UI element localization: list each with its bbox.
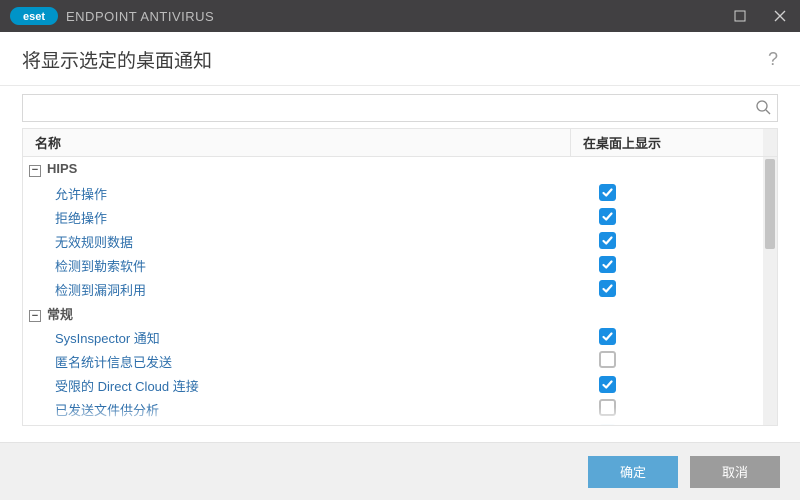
group-label: HIPS [47,161,77,176]
item-label[interactable]: 检测到漏洞利用 [23,280,571,299]
checkbox-checked-icon[interactable] [599,208,616,225]
scrollbar-thumb[interactable] [765,159,775,249]
help-button[interactable]: ? [768,49,778,70]
window-minimize-button[interactable] [720,0,760,32]
content-area: 名称 在桌面上显示 −HIPS允许操作拒绝操作无效规则数据检测到勒索软件检测到漏… [0,86,800,440]
item-label[interactable]: 拒绝操作 [23,208,571,227]
collapse-icon[interactable]: − [29,165,41,177]
search-input[interactable] [23,95,777,121]
item-label[interactable]: 已发送文件供分析 [23,400,571,419]
table-row: 允许操作 [23,181,777,205]
group-header[interactable]: −常规 [23,304,571,323]
checkbox-checked-icon[interactable] [599,232,616,249]
checkbox-checked-icon[interactable] [599,376,616,393]
item-checkbox-cell [571,256,777,274]
group-header[interactable]: −HIPS [23,161,571,177]
table-row: 无效规则数据 [23,229,777,253]
group-row: −常规 [23,301,777,325]
item-label[interactable]: 匿名统计信息已发送 [23,352,571,371]
cancel-button[interactable]: 取消 [690,456,780,488]
eset-logo: eset [10,7,58,25]
search-box[interactable] [22,94,778,122]
table-row: 匿名统计信息已发送 [23,349,777,373]
window-titlebar: eset ENDPOINT ANTIVIRUS [0,0,800,32]
page-header: 将显示选定的桌面通知 ? [0,32,800,86]
search-icon[interactable] [755,99,771,118]
checkbox-unchecked-icon[interactable] [599,399,616,416]
dialog-footer: 确定 取消 [0,442,800,500]
table-body: −HIPS允许操作拒绝操作无效规则数据检测到勒索软件检测到漏洞利用−常规SysI… [23,157,777,425]
checkbox-unchecked-icon[interactable] [599,351,616,368]
table-row: 已发送文件供分析 [23,397,777,421]
item-checkbox-cell [571,328,777,346]
table-row: 拒绝操作 [23,205,777,229]
header-scroll-gutter [763,129,777,156]
ok-button[interactable]: 确定 [588,456,678,488]
table-row: 数据已发送至支持部门 [23,421,777,425]
item-checkbox-cell [571,424,777,425]
table-header: 名称 在桌面上显示 [23,129,777,157]
checkbox-checked-icon[interactable] [599,424,616,425]
page-title: 将显示选定的桌面通知 [22,46,212,73]
item-checkbox-cell [571,208,777,226]
checkbox-checked-icon[interactable] [599,328,616,345]
logo-text: eset [23,11,45,23]
item-label[interactable]: 无效规则数据 [23,232,571,251]
item-label[interactable]: 数据已发送至支持部门 [23,424,571,426]
table-row: SysInspector 通知 [23,325,777,349]
column-show-on-desktop[interactable]: 在桌面上显示 [571,129,777,156]
column-name[interactable]: 名称 [23,129,571,156]
item-checkbox-cell [571,376,777,394]
item-checkbox-cell [571,351,777,371]
checkbox-checked-icon[interactable] [599,280,616,297]
item-label[interactable]: SysInspector 通知 [23,328,571,347]
vertical-scrollbar[interactable] [763,157,777,425]
item-checkbox-cell [571,184,777,202]
table-row: 受限的 Direct Cloud 连接 [23,373,777,397]
group-row: −HIPS [23,157,777,181]
notifications-table: 名称 在桌面上显示 −HIPS允许操作拒绝操作无效规则数据检测到勒索软件检测到漏… [22,128,778,426]
item-checkbox-cell [571,232,777,250]
table-row: 检测到勒索软件 [23,253,777,277]
item-label[interactable]: 检测到勒索软件 [23,256,571,275]
table-row: 检测到漏洞利用 [23,277,777,301]
checkbox-checked-icon[interactable] [599,256,616,273]
collapse-icon[interactable]: − [29,310,41,322]
checkbox-checked-icon[interactable] [599,184,616,201]
group-label: 常规 [47,307,73,322]
item-checkbox-cell [571,399,777,419]
window-close-button[interactable] [760,0,800,32]
item-label[interactable]: 受限的 Direct Cloud 连接 [23,376,571,395]
product-name: ENDPOINT ANTIVIRUS [66,9,214,24]
item-checkbox-cell [571,280,777,298]
item-label[interactable]: 允许操作 [23,184,571,203]
